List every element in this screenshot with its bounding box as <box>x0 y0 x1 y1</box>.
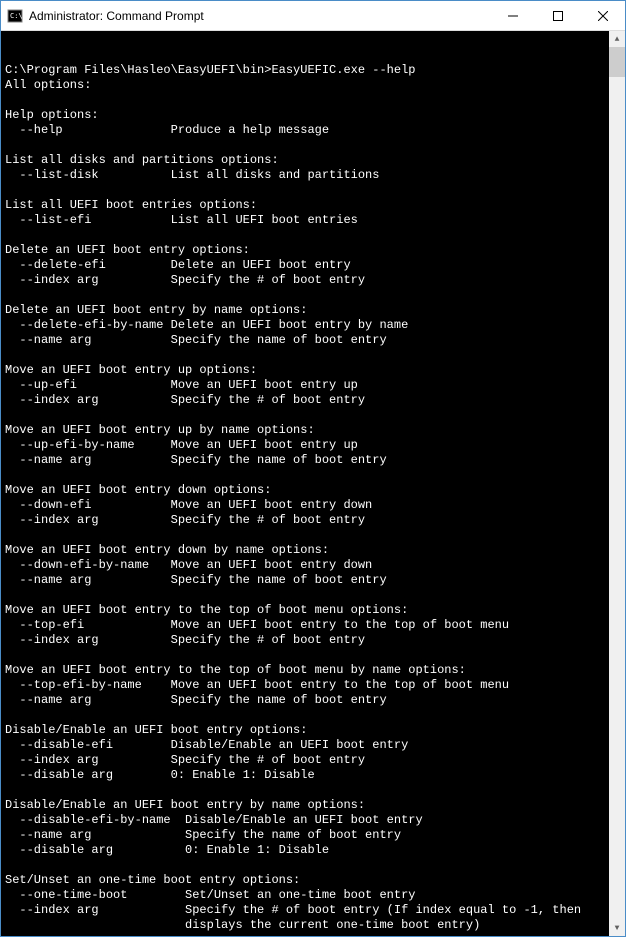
terminal-line <box>5 858 625 873</box>
section-header: Move an UEFI boot entry up by name optio… <box>5 423 625 438</box>
section-header: Help options: <box>5 108 625 123</box>
section-header: List all disks and partitions options: <box>5 153 625 168</box>
section-header: Move an UEFI boot entry to the top of bo… <box>5 603 625 618</box>
option-line: --index arg Specify the # of boot entry … <box>5 903 625 918</box>
terminal-line <box>5 138 625 153</box>
scrollbar-up-arrow[interactable]: ▲ <box>609 31 625 47</box>
option-line: --disable arg 0: Enable 1: Disable <box>5 843 625 858</box>
terminal-line <box>5 93 625 108</box>
all-options-header: All options: <box>5 78 625 93</box>
option-line: --disable-efi-by-name Disable/Enable an … <box>5 813 625 828</box>
option-line: --index arg Specify the # of boot entry <box>5 633 625 648</box>
option-line: --down-efi Move an UEFI boot entry down <box>5 498 625 513</box>
terminal-line <box>5 933 625 936</box>
option-line: --list-disk List all disks and partition… <box>5 168 625 183</box>
command-prompt-window: C:\ Administrator: Command Prompt C:\Pro… <box>0 0 626 937</box>
section-header: Move an UEFI boot entry to the top of bo… <box>5 663 625 678</box>
window-controls <box>490 1 625 30</box>
svg-text:C:\: C:\ <box>10 12 23 20</box>
option-line: --list-efi List all UEFI boot entries <box>5 213 625 228</box>
option-line: --index arg Specify the # of boot entry <box>5 753 625 768</box>
option-line: --index arg Specify the # of boot entry <box>5 513 625 528</box>
terminal-line <box>5 783 625 798</box>
app-icon: C:\ <box>7 8 23 24</box>
option-line: --name arg Specify the name of boot entr… <box>5 453 625 468</box>
option-line: --down-efi-by-name Move an UEFI boot ent… <box>5 558 625 573</box>
terminal-line <box>5 708 625 723</box>
option-line: --delete-efi Delete an UEFI boot entry <box>5 258 625 273</box>
close-button[interactable] <box>580 1 625 30</box>
terminal-line <box>5 468 625 483</box>
option-line: --one-time-boot Set/Unset an one-time bo… <box>5 888 625 903</box>
section-header: Delete an UEFI boot entry by name option… <box>5 303 625 318</box>
terminal-line <box>5 348 625 363</box>
maximize-button[interactable] <box>535 1 580 30</box>
terminal-line <box>5 408 625 423</box>
terminal-line <box>5 528 625 543</box>
option-line: --disable arg 0: Enable 1: Disable <box>5 768 625 783</box>
terminal-line <box>5 183 625 198</box>
option-line: --index arg Specify the # of boot entry <box>5 393 625 408</box>
option-line: --name arg Specify the name of boot entr… <box>5 693 625 708</box>
section-header: List all UEFI boot entries options: <box>5 198 625 213</box>
section-header: Move an UEFI boot entry down options: <box>5 483 625 498</box>
terminal-line <box>5 288 625 303</box>
option-line: --name arg Specify the name of boot entr… <box>5 828 625 843</box>
option-line: --disable-efi Disable/Enable an UEFI boo… <box>5 738 625 753</box>
option-line: --up-efi-by-name Move an UEFI boot entry… <box>5 438 625 453</box>
scrollbar[interactable]: ▲ ▼ <box>609 31 625 936</box>
option-line: --name arg Specify the name of boot entr… <box>5 573 625 588</box>
section-header: Move an UEFI boot entry up options: <box>5 363 625 378</box>
terminal-line <box>5 648 625 663</box>
option-line: --up-efi Move an UEFI boot entry up <box>5 378 625 393</box>
prompt-line: C:\Program Files\Hasleo\EasyUEFI\bin>Eas… <box>5 63 625 78</box>
section-header: Disable/Enable an UEFI boot entry by nam… <box>5 798 625 813</box>
minimize-button[interactable] <box>490 1 535 30</box>
section-header: Delete an UEFI boot entry options: <box>5 243 625 258</box>
option-continuation: displays the current one-time boot entry… <box>5 918 625 933</box>
titlebar[interactable]: C:\ Administrator: Command Prompt <box>1 1 625 31</box>
section-header: Set/Unset an one-time boot entry options… <box>5 873 625 888</box>
terminal-line <box>5 588 625 603</box>
scrollbar-thumb[interactable] <box>609 47 625 77</box>
scrollbar-down-arrow[interactable]: ▼ <box>609 920 625 936</box>
option-line: --delete-efi-by-name Delete an UEFI boot… <box>5 318 625 333</box>
option-line: --help Produce a help message <box>5 123 625 138</box>
window-title: Administrator: Command Prompt <box>29 9 490 23</box>
terminal-line <box>5 228 625 243</box>
option-line: --top-efi-by-name Move an UEFI boot entr… <box>5 678 625 693</box>
option-line: --index arg Specify the # of boot entry <box>5 273 625 288</box>
option-line: --top-efi Move an UEFI boot entry to the… <box>5 618 625 633</box>
section-header: Disable/Enable an UEFI boot entry option… <box>5 723 625 738</box>
section-header: Move an UEFI boot entry down by name opt… <box>5 543 625 558</box>
terminal-content[interactable]: C:\Program Files\Hasleo\EasyUEFI\bin>Eas… <box>1 31 625 936</box>
option-line: --name arg Specify the name of boot entr… <box>5 333 625 348</box>
